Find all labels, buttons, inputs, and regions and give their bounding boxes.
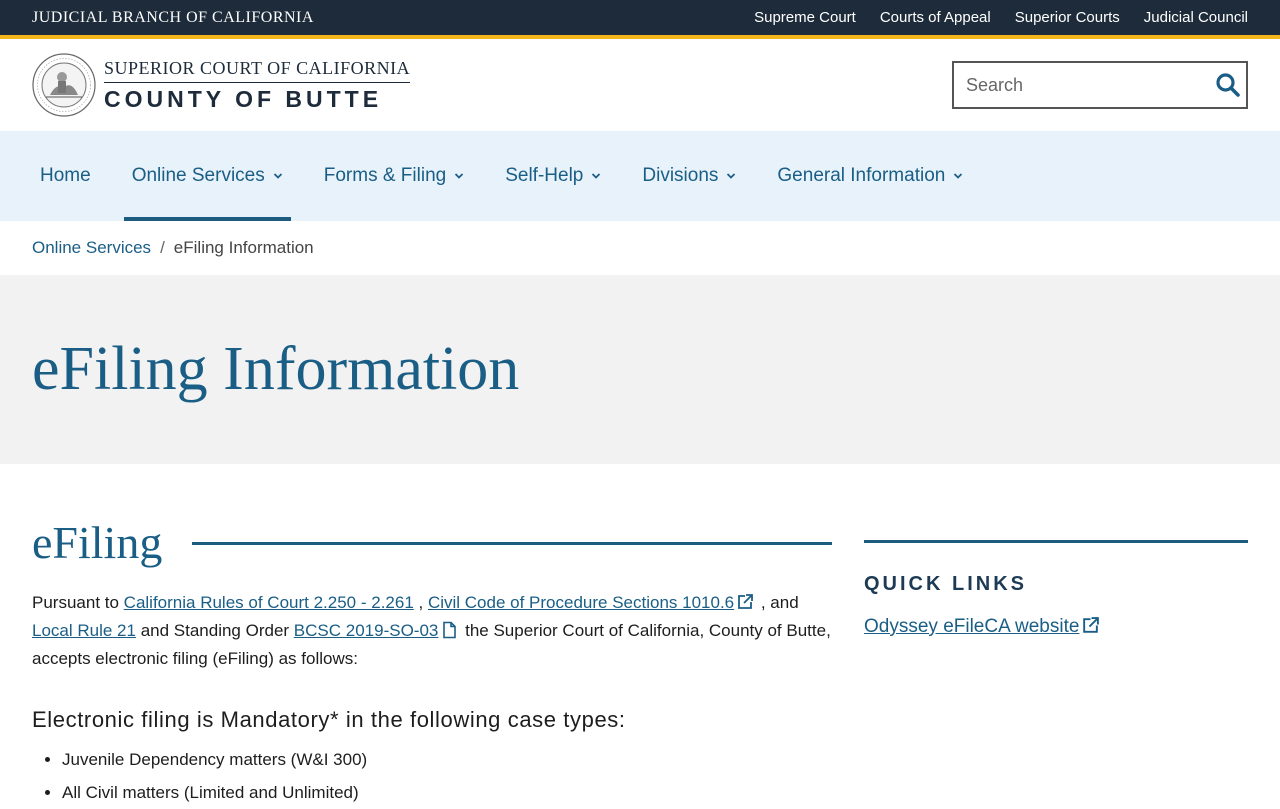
section-title: eFiling — [32, 517, 163, 568]
link-standing-order[interactable]: BCSC 2019-SO-03 — [294, 621, 439, 640]
main-navigation: Home Online Services Forms & Filing Self… — [0, 131, 1280, 221]
search-input[interactable] — [954, 74, 1210, 96]
link-judicial-council[interactable]: Judicial Council — [1144, 9, 1248, 26]
search-button[interactable] — [1210, 63, 1246, 107]
quick-links-title: QUICK LINKS — [864, 573, 1027, 595]
link-superior-courts[interactable]: Superior Courts — [1015, 9, 1120, 26]
quick-link-item: Odyssey eFileCA website — [864, 616, 1248, 638]
utility-links: Supreme Court Courts of Appeal Superior … — [754, 9, 1248, 26]
intro-text: , and — [756, 593, 799, 612]
external-link-icon — [738, 594, 754, 609]
chevron-down-icon — [273, 173, 282, 179]
judicial-branch-bar: JUDICIAL BRANCH OF CALIFORNIA Supreme Co… — [0, 0, 1280, 39]
link-supreme-court[interactable]: Supreme Court — [754, 9, 856, 26]
judicial-branch-title: JUDICIAL BRANCH OF CALIFORNIA — [32, 8, 314, 26]
chevron-down-icon — [954, 173, 963, 179]
breadcrumb: Online Services / eFiling Information — [0, 221, 1280, 275]
nav-home[interactable]: Home — [32, 131, 99, 221]
sidebar-divider — [864, 540, 1248, 543]
intro-text: and Standing Order — [135, 621, 294, 640]
external-link-icon — [1083, 617, 1100, 633]
breadcrumb-current: eFiling Information — [173, 238, 314, 257]
sidebar: QUICK LINKS Odyssey eFileCA website — [864, 464, 1248, 809]
link-odyssey-efileca[interactable]: Odyssey eFileCA website — [864, 616, 1079, 637]
section-header: eFiling — [32, 516, 832, 569]
page-hero: eFiling Information — [0, 275, 1280, 464]
nav-home-label: Home — [40, 165, 91, 186]
page-content: eFiling Pursuant to California Rules of … — [0, 464, 1280, 809]
court-logo-link[interactable]: SUPERIOR COURT OF CALIFORNIA COUNTY OF B… — [32, 53, 411, 117]
logo-county-name: COUNTY OF BUTTE — [104, 85, 383, 112]
nav-online-services[interactable]: Online Services — [123, 131, 291, 221]
site-header: SUPERIOR COURT OF CALIFORNIA COUNTY OF B… — [0, 39, 1280, 131]
intro-paragraph: Pursuant to California Rules of Court 2.… — [32, 589, 832, 673]
intro-text: Pursuant to — [32, 593, 124, 612]
case-type-list: Juvenile Dependency matters (W&I 300) Al… — [32, 743, 832, 809]
page-title: eFiling Information — [32, 335, 520, 403]
chevron-down-icon — [727, 173, 736, 179]
nav-self-help-label: Self-Help — [505, 165, 584, 186]
nav-divisions[interactable]: Divisions — [634, 131, 744, 221]
logo-court-name: SUPERIOR COURT OF CALIFORNIA — [104, 58, 411, 83]
nav-general-information-label: General Information — [777, 165, 946, 186]
nav-online-services-label: Online Services — [131, 165, 265, 186]
section-divider — [192, 542, 832, 545]
search-icon — [1216, 73, 1240, 97]
nav-forms-filing[interactable]: Forms & Filing — [316, 131, 472, 221]
nav-general-information[interactable]: General Information — [769, 131, 971, 221]
breadcrumb-separator: / — [160, 238, 165, 257]
link-local-rule-21[interactable]: Local Rule 21 — [32, 621, 136, 640]
link-civil-code-procedure[interactable]: Civil Code of Procedure Sections 1010.6 — [428, 593, 734, 612]
mandatory-heading: Electronic filing is Mandatory* in the f… — [32, 707, 626, 732]
list-item: Juvenile Dependency matters (W&I 300) — [62, 743, 832, 776]
link-courts-of-appeal[interactable]: Courts of Appeal — [880, 9, 991, 26]
main-content: eFiling Pursuant to California Rules of … — [32, 464, 832, 809]
link-ca-rules-of-court[interactable]: California Rules of Court 2.250 - 2.261 — [124, 593, 414, 612]
nav-forms-filing-label: Forms & Filing — [323, 165, 447, 186]
breadcrumb-online-services[interactable]: Online Services — [32, 238, 151, 258]
court-seal-icon — [32, 53, 96, 117]
nav-divisions-label: Divisions — [642, 165, 719, 186]
intro-text: , — [413, 593, 428, 612]
chevron-down-icon — [592, 173, 601, 179]
list-item: All Civil matters (Limited and Unlimited… — [62, 776, 832, 809]
document-icon — [443, 621, 457, 639]
chevron-down-icon — [455, 173, 464, 179]
nav-self-help[interactable]: Self-Help — [497, 131, 609, 221]
search-box — [952, 61, 1248, 109]
